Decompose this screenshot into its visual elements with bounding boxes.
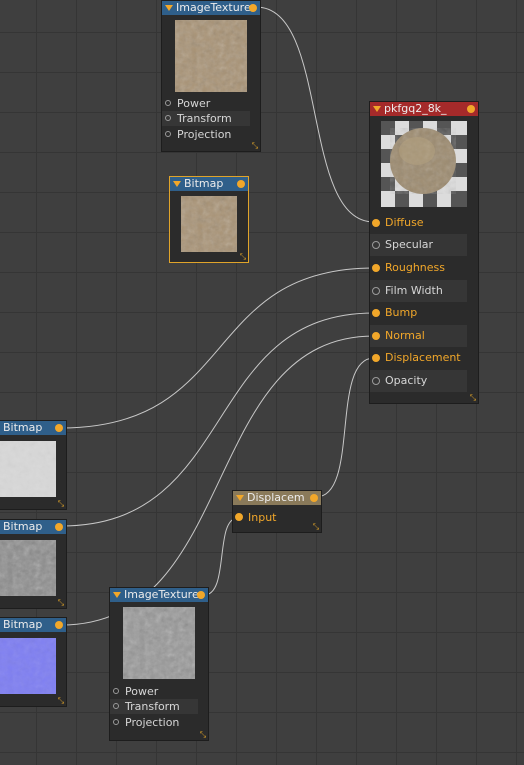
input-opacity[interactable]: Opacity — [370, 370, 467, 392]
node-title: Displacem — [247, 491, 305, 504]
input-port-icon[interactable] — [372, 309, 380, 317]
bitmap-node-white[interactable]: Bitmap ⤡ — [0, 420, 67, 510]
input-port-icon[interactable] — [113, 719, 119, 725]
texture-thumbnail — [175, 20, 247, 92]
bitmap-node-normal[interactable]: Bitmap ⤡ — [0, 617, 67, 707]
node-title: pkfgq2_8k_ — [384, 102, 447, 115]
input-power[interactable]: Power — [110, 684, 198, 699]
bitmap-node-floating[interactable]: Bitmap ⤡ — [169, 176, 249, 263]
input-port-icon[interactable] — [372, 241, 380, 249]
node-header[interactable]: Bitmap — [170, 177, 248, 191]
input-port-icon[interactable] — [165, 131, 171, 137]
output-port[interactable] — [249, 4, 257, 12]
texture-thumbnail — [123, 607, 195, 679]
input-displacement[interactable]: Displacement — [370, 347, 467, 369]
input-port-icon[interactable] — [372, 264, 380, 272]
output-port[interactable] — [55, 523, 63, 531]
input-power[interactable]: Power — [162, 96, 250, 111]
material-preview — [381, 121, 467, 207]
input-diffuse[interactable]: Diffuse — [370, 212, 467, 234]
material-node[interactable]: pkfgq2_8k_ Diffuse Specular Roughness Fi… — [369, 101, 479, 404]
output-port[interactable] — [55, 424, 63, 432]
input-normal[interactable]: Normal — [370, 325, 467, 347]
input-port-icon[interactable] — [113, 703, 119, 709]
input-port-icon[interactable] — [372, 377, 380, 385]
input-port-icon[interactable] — [372, 219, 380, 227]
collapse-arrow-icon[interactable] — [165, 5, 173, 11]
input-film-width[interactable]: Film Width — [370, 280, 467, 302]
resize-handle-icon[interactable]: ⤡ — [312, 523, 320, 531]
node-header[interactable]: Bitmap — [0, 421, 66, 435]
node-title: Bitmap — [184, 177, 224, 190]
output-port[interactable] — [467, 105, 475, 113]
node-header[interactable]: pkfgq2_8k_ — [370, 102, 478, 116]
node-title: Bitmap — [3, 520, 43, 533]
resize-handle-icon[interactable]: ⤡ — [57, 500, 65, 508]
texture-thumbnail — [0, 638, 56, 694]
texture-thumbnail — [0, 441, 56, 497]
input-transform[interactable]: Transform — [110, 699, 198, 714]
node-title: Bitmap — [3, 618, 43, 631]
node-header[interactable]: ImageTexture — [162, 1, 260, 15]
node-title: Bitmap — [3, 421, 43, 434]
wire-bitmap-gray-to-bump — [60, 312, 375, 527]
input-port-icon[interactable] — [165, 100, 171, 106]
input-port-icon[interactable] — [372, 354, 380, 362]
output-port[interactable] — [197, 591, 205, 599]
image-texture-node-bottom[interactable]: ImageTexture Power Transform Projection … — [109, 587, 209, 741]
input-port-icon[interactable] — [372, 332, 380, 340]
wire-imagetexture-to-diffuse — [255, 6, 375, 223]
node-title: ImageTexture — [176, 1, 251, 14]
collapse-arrow-icon[interactable] — [173, 181, 181, 187]
node-header[interactable]: Displacem — [233, 491, 321, 505]
input-projection[interactable]: Projection — [162, 127, 250, 142]
displacement-node[interactable]: Displacem Input ⤡ — [232, 490, 322, 533]
resize-handle-icon[interactable]: ⤡ — [251, 142, 259, 150]
texture-thumbnail — [0, 540, 56, 596]
texture-thumbnail — [181, 196, 237, 252]
collapse-arrow-icon[interactable] — [373, 106, 381, 112]
input-port-icon[interactable] — [372, 287, 380, 295]
input-displacement-input[interactable]: Input — [233, 510, 309, 525]
input-bump[interactable]: Bump — [370, 302, 467, 324]
resize-handle-icon[interactable]: ⤡ — [239, 253, 247, 261]
input-specular[interactable]: Specular — [370, 234, 467, 256]
input-projection[interactable]: Projection — [110, 715, 198, 730]
input-transform[interactable]: Transform — [162, 111, 250, 126]
wire-bitmap-normal-to-normal — [60, 335, 375, 626]
output-port[interactable] — [310, 494, 318, 502]
resize-handle-icon[interactable]: ⤡ — [469, 394, 477, 402]
wire-displacement-to-displacement — [315, 357, 375, 498]
output-port[interactable] — [55, 621, 63, 629]
node-title: ImageTexture — [124, 588, 199, 601]
collapse-arrow-icon[interactable] — [236, 495, 244, 501]
wire-bitmap-white-to-roughness — [60, 267, 375, 429]
collapse-arrow-icon[interactable] — [113, 592, 121, 598]
input-port-icon[interactable] — [235, 513, 243, 521]
input-roughness[interactable]: Roughness — [370, 257, 467, 279]
resize-handle-icon[interactable]: ⤡ — [57, 697, 65, 705]
input-port-icon[interactable] — [165, 115, 171, 121]
resize-handle-icon[interactable]: ⤡ — [199, 731, 207, 739]
node-header[interactable]: Bitmap — [0, 520, 66, 534]
node-header[interactable]: Bitmap — [0, 618, 66, 632]
bitmap-node-gray[interactable]: Bitmap ⤡ — [0, 519, 67, 609]
image-texture-node-top[interactable]: ImageTexture Power Transform Projection … — [161, 0, 261, 152]
node-header[interactable]: ImageTexture — [110, 588, 208, 602]
input-port-icon[interactable] — [113, 688, 119, 694]
resize-handle-icon[interactable]: ⤡ — [57, 599, 65, 607]
output-port[interactable] — [237, 180, 245, 188]
